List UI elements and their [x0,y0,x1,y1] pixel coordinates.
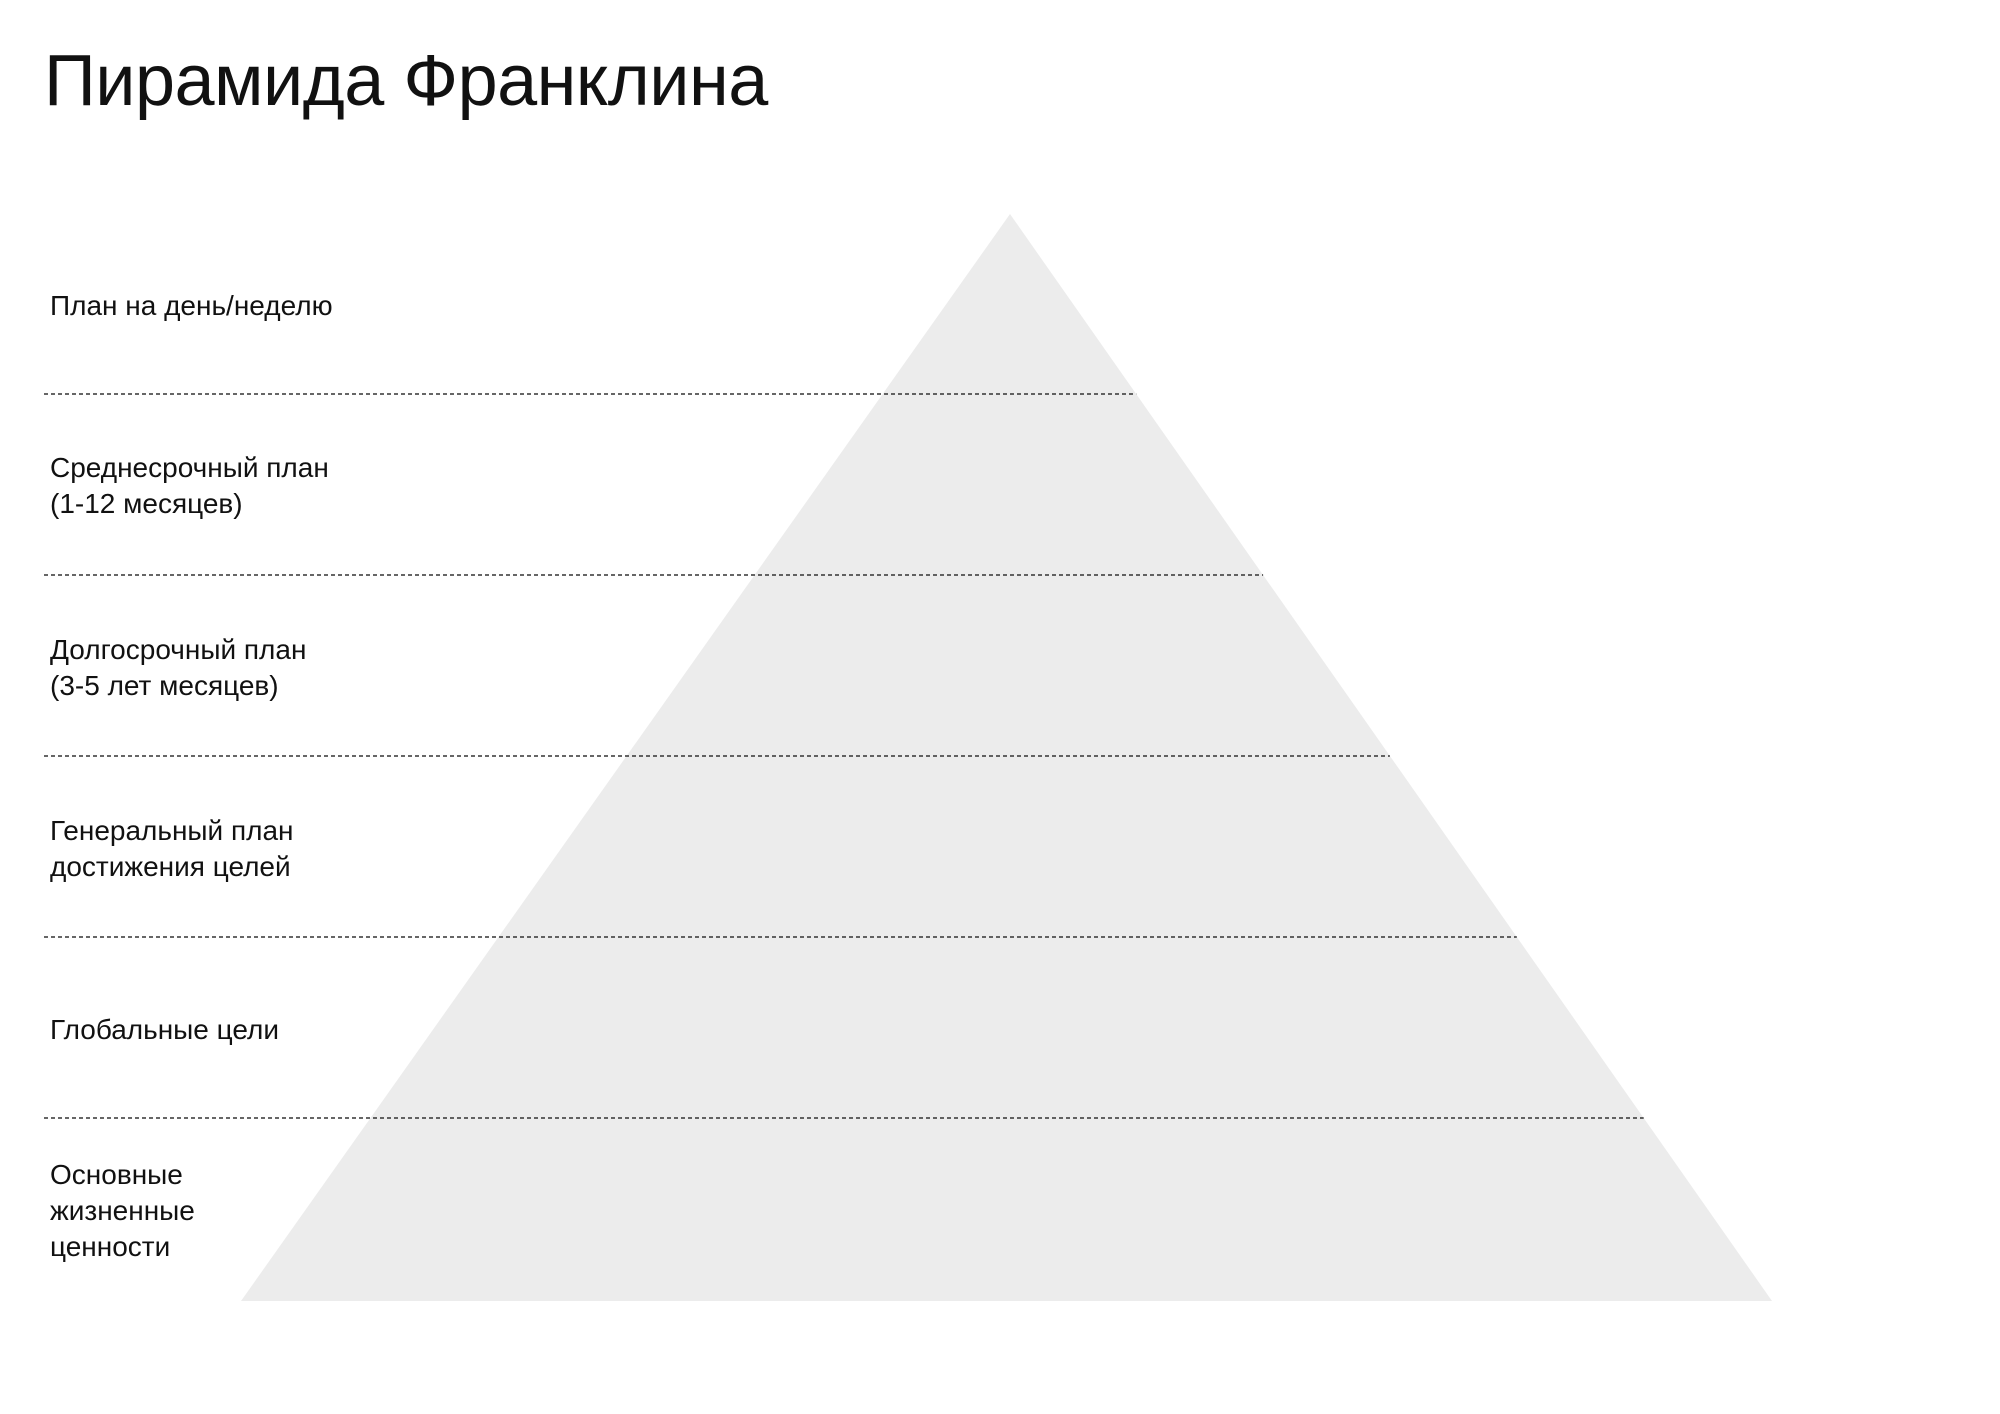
level-label-daily-weekly-plan: План на день/неделю [50,290,333,321]
level-label-mid-term-plan: Среднесрочный план (1-12 месяцев) [50,452,329,519]
level-label-global-goals: Глобальные цели [50,1014,279,1045]
level-label-general-plan: Генеральный план достижения целей [50,815,294,882]
pyramid-diagram [44,214,1772,1301]
level-label-long-term-plan: Долгосрочный план (3-5 лет месяцев) [50,634,307,701]
level-label-core-values: Основные жизненные ценности [50,1159,195,1262]
pyramid-shape [241,214,1772,1301]
